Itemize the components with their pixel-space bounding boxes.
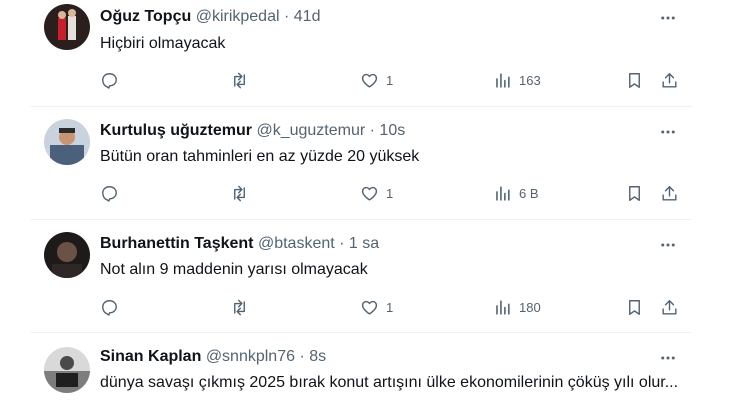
display-name[interactable]: Kurtuluş uğuztemur: [100, 122, 252, 139]
timestamp[interactable]: 8s: [309, 348, 326, 365]
retweet-icon: [234, 185, 245, 201]
reply-button[interactable]: [100, 182, 119, 204]
more-options-button[interactable]: [657, 348, 679, 368]
reply-button[interactable]: [100, 296, 119, 318]
view-count: 180: [519, 299, 541, 315]
like-button[interactable]: 1: [360, 182, 393, 204]
tweet-header: Sinan Kaplan @snnkpln76 · 8s: [100, 347, 326, 367]
user-handle[interactable]: @snnkpln76: [206, 348, 295, 365]
views-button[interactable]: 6 B: [493, 182, 539, 204]
reply-button[interactable]: [100, 69, 119, 91]
avatar[interactable]: [44, 4, 90, 50]
bookmark-icon: [629, 185, 640, 201]
user-handle[interactable]: @btaskent: [258, 235, 335, 252]
like-count: 1: [386, 72, 394, 88]
display-name[interactable]: Sinan Kaplan: [100, 348, 201, 365]
user-handle[interactable]: @k_uguztemur: [256, 122, 365, 139]
tweet-header: Oğuz Topçu @kirikpedal · 41d: [100, 7, 320, 27]
timestamp[interactable]: 41d: [294, 8, 321, 25]
action-bar: 1 180: [100, 296, 690, 318]
retweet-icon: [234, 72, 245, 88]
more-dots-icon: [661, 243, 675, 247]
view-count: 6 B: [519, 185, 539, 201]
display-name[interactable]: Oğuz Topçu: [100, 8, 191, 25]
timestamp[interactable]: 10s: [379, 122, 405, 139]
heart-icon: [361, 186, 378, 201]
share-button[interactable]: [660, 296, 679, 318]
more-options-button[interactable]: [657, 8, 679, 28]
action-bar: 1 163: [100, 69, 690, 91]
like-button[interactable]: 1: [360, 296, 393, 318]
share-icon: [662, 185, 677, 201]
reply-icon: [102, 299, 117, 316]
timestamp[interactable]: 1 sa: [349, 235, 379, 252]
share-icon: [662, 72, 677, 88]
more-options-button[interactable]: [657, 122, 679, 142]
action-bar: 1 6 B: [100, 182, 690, 204]
tweet-text: dünya savaşı çıkmış 2025 bırak konut art…: [100, 374, 679, 391]
separator-dot: ·: [369, 122, 375, 139]
tweet[interactable]: Sinan Kaplan @snnkpln76 · 8s dünya savaş…: [0, 333, 700, 420]
share-button[interactable]: [660, 69, 679, 91]
tweet-header: Burhanettin Taşkent @btaskent · 1 sa: [100, 234, 379, 254]
reply-icon: [102, 185, 117, 202]
views-chart-icon: [496, 299, 510, 315]
user-handle[interactable]: @kirikpedal: [196, 8, 280, 25]
tweet[interactable]: Oğuz Topçu @kirikpedal · 41d Hiçbiri olm…: [0, 0, 700, 106]
more-dots-icon: [661, 356, 675, 360]
tweet[interactable]: Kurtuluş uğuztemur @k_uguztemur · 10s Bü…: [0, 107, 700, 220]
like-count: 1: [386, 299, 394, 315]
bookmark-button[interactable]: [625, 296, 644, 318]
share-button[interactable]: [660, 182, 679, 204]
share-icon: [662, 299, 677, 315]
tweet-text: Not alın 9 maddenin yarısı olmayacak: [100, 261, 368, 278]
more-dots-icon: [661, 130, 675, 134]
view-count: 163: [519, 72, 541, 88]
retweet-button[interactable]: [230, 296, 249, 318]
more-options-button[interactable]: [657, 235, 679, 255]
separator-dot: ·: [339, 235, 345, 252]
tweet-text: Bütün oran tahminleri en az yüzde 20 yük…: [100, 148, 420, 165]
avatar[interactable]: [44, 347, 90, 393]
heart-icon: [361, 73, 378, 88]
views-chart-icon: [496, 72, 510, 88]
tweet-text: Hiçbiri olmayacak: [100, 35, 226, 52]
avatar[interactable]: [44, 232, 90, 278]
separator-dot: ·: [283, 8, 290, 25]
bookmark-icon: [629, 72, 640, 88]
more-dots-icon: [661, 16, 675, 20]
bookmark-button[interactable]: [625, 182, 644, 204]
views-button[interactable]: 180: [493, 296, 541, 318]
avatar[interactable]: [44, 119, 90, 165]
views-chart-icon: [496, 185, 510, 201]
like-button[interactable]: 1: [360, 69, 393, 91]
tweet-header: Kurtuluş uğuztemur @k_uguztemur · 10s: [100, 121, 405, 141]
retweet-button[interactable]: [230, 69, 249, 91]
retweet-button[interactable]: [230, 182, 249, 204]
like-count: 1: [386, 185, 394, 201]
reply-icon: [102, 72, 117, 89]
bookmark-icon: [629, 299, 640, 315]
views-button[interactable]: 163: [493, 69, 541, 91]
separator-dot: ·: [299, 348, 305, 365]
heart-icon: [361, 300, 378, 315]
display-name[interactable]: Burhanettin Taşkent: [100, 235, 254, 252]
tweet[interactable]: Burhanettin Taşkent @btaskent · 1 sa Not…: [0, 220, 700, 333]
retweet-icon: [234, 299, 245, 315]
bookmark-button[interactable]: [625, 69, 644, 91]
